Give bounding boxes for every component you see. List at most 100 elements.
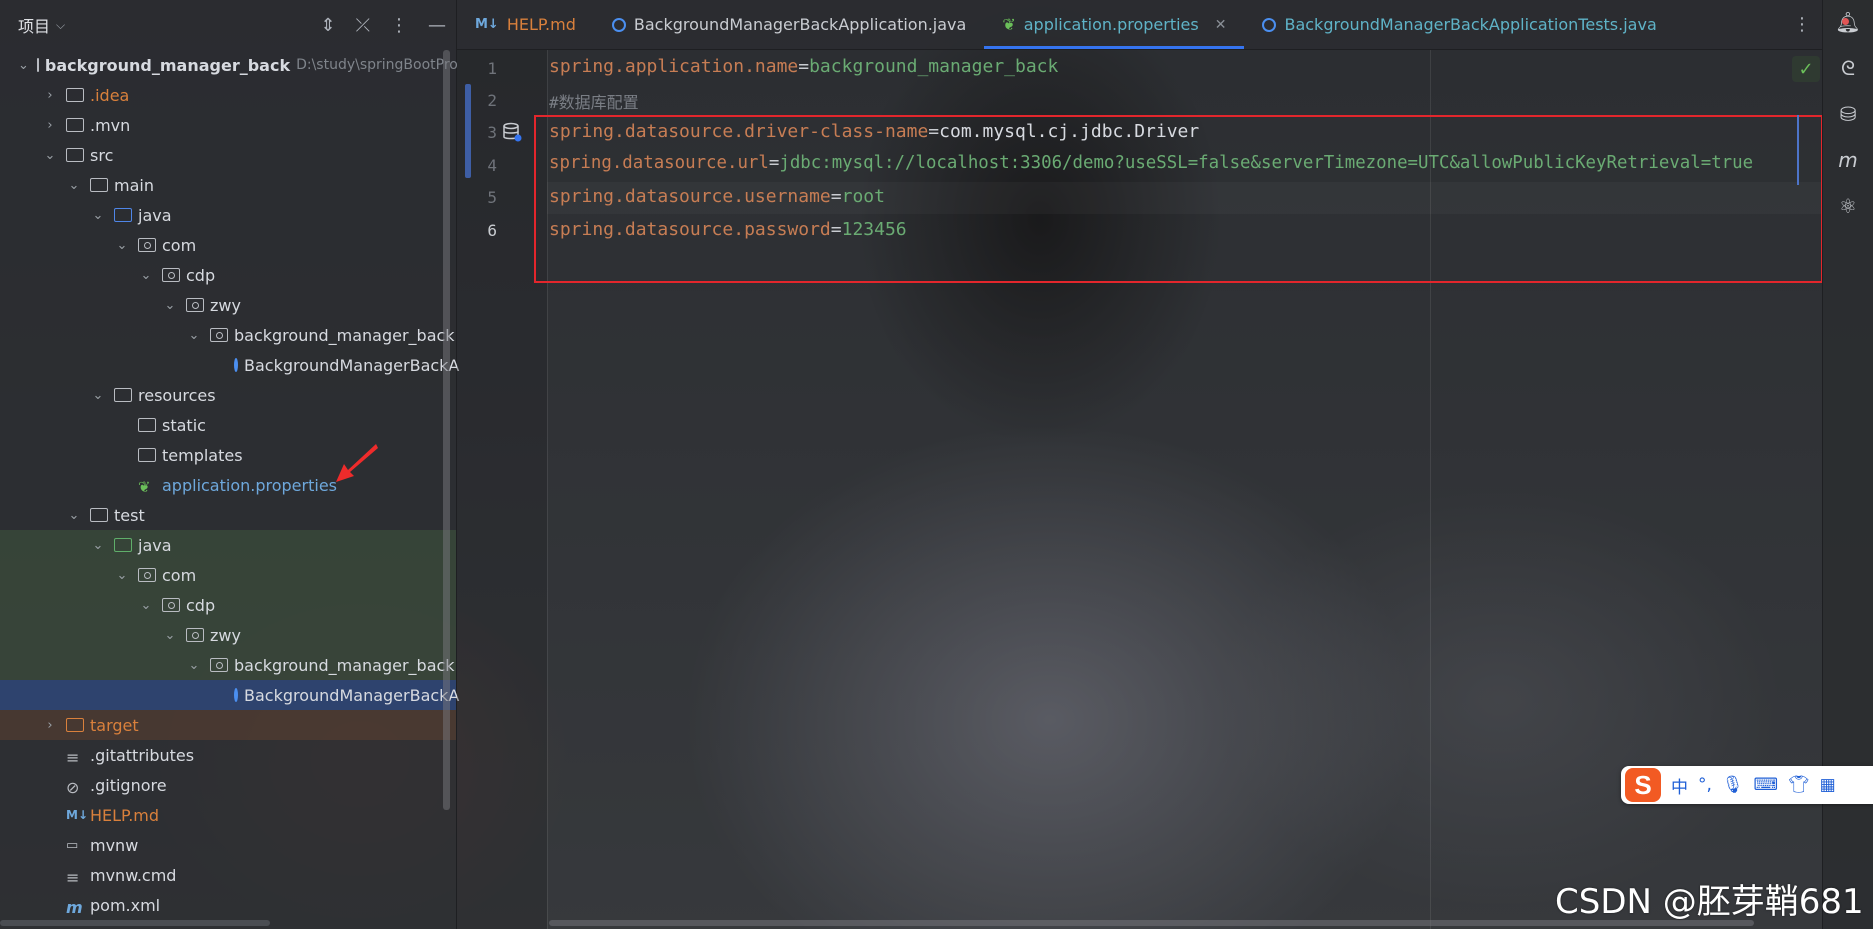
tree-item-zwy[interactable]: ⌄ zwy xyxy=(0,290,456,320)
close-icon[interactable]: ✕ xyxy=(1215,17,1227,33)
tree-item-label: static xyxy=(162,415,206,435)
excluded-folder-icon xyxy=(66,718,84,732)
tree-item-test-zwy[interactable]: ⌄ zwy xyxy=(0,620,456,650)
maven-icon: m xyxy=(66,898,83,917)
chevron-down-icon[interactable]: ⌄ xyxy=(90,388,106,403)
code-line[interactable]: spring.application.name=background_manag… xyxy=(549,56,1058,77)
chevron-down-icon[interactable]: ⌄ xyxy=(114,238,130,253)
tree-item-mvnw[interactable]: ▭ mvnw xyxy=(0,830,456,860)
language-toggle[interactable]: 中 xyxy=(1671,773,1688,798)
project-horizontal-scrollbar[interactable] xyxy=(0,920,270,926)
chevron-down-icon[interactable]: ⌄ xyxy=(186,328,202,343)
minimize-icon[interactable]: — xyxy=(428,15,446,36)
editor-tabs: M↓ HELP.md BackgroundManagerBackApplicat… xyxy=(457,0,1822,50)
ai-assistant-icon[interactable]: ᘓ xyxy=(1841,56,1855,80)
tree-item-test-class[interactable]: BackgroundManagerBackA xyxy=(0,680,459,710)
tree-item-main-class[interactable]: BackgroundManagerBackA xyxy=(0,350,459,380)
chevron-down-icon[interactable]: ⌄ xyxy=(138,598,154,613)
more-tabs-icon[interactable]: ⋮ xyxy=(1782,0,1822,49)
tree-item-mvn[interactable]: › .mvn xyxy=(0,110,456,140)
project-title-dropdown[interactable]: 项目 ⌵ xyxy=(18,13,65,37)
tree-item-root[interactable]: ⌄ background_manager_back D:\study\sprin… xyxy=(0,50,458,80)
chevron-right-icon[interactable]: › xyxy=(42,718,58,733)
folder-icon xyxy=(66,148,84,162)
spring-class-icon xyxy=(234,358,238,372)
folder-icon xyxy=(66,88,84,102)
tree-item-help-md[interactable]: M↓ HELP.md xyxy=(0,800,456,830)
tree-item-cdp[interactable]: ⌄ cdp xyxy=(0,260,456,290)
tree-item-test-java[interactable]: ⌄ java xyxy=(0,530,456,560)
tree-item-label: templates xyxy=(162,445,243,465)
chevron-down-icon[interactable]: ⌄ xyxy=(162,628,178,643)
tab-application-properties[interactable]: ❦ application.properties ✕ xyxy=(984,0,1245,49)
tree-item-test-package[interactable]: ⌄ background_manager_back xyxy=(0,650,456,680)
database-icon[interactable] xyxy=(502,122,522,142)
punctuation-toggle[interactable]: °, xyxy=(1698,775,1712,795)
apps-icon[interactable]: ▦ xyxy=(1820,775,1836,795)
tree-item-label: java xyxy=(138,535,172,555)
tab-help-md[interactable]: M↓ HELP.md xyxy=(457,0,594,49)
tree-item-gitignore[interactable]: ⊘ .gitignore xyxy=(0,770,456,800)
tree-item-templates[interactable]: templates xyxy=(0,440,456,470)
tree-item-package[interactable]: ⌄ background_manager_back xyxy=(0,320,456,350)
sogou-logo[interactable]: S xyxy=(1625,768,1661,802)
chevron-right-icon[interactable]: › xyxy=(42,118,58,133)
property-key: spring.application.name xyxy=(549,56,799,77)
tree-item-pom-xml[interactable]: m pom.xml xyxy=(0,890,456,920)
tree-item-label: cdp xyxy=(186,265,216,285)
tree-item-gitattributes[interactable]: ≡ .gitattributes xyxy=(0,740,456,770)
tree-item-test-com[interactable]: ⌄ com xyxy=(0,560,456,590)
notifications-button[interactable]: 🔔︎ xyxy=(1835,10,1860,34)
plugin-icon[interactable]: ⚛ xyxy=(1839,194,1857,218)
skin-icon[interactable]: 👕︎ xyxy=(1788,775,1810,795)
module-folder-icon xyxy=(36,58,39,72)
more-options-icon[interactable]: ⋮ xyxy=(390,15,408,36)
tree-item-static[interactable]: static xyxy=(0,410,456,440)
red-arrow-annotation xyxy=(336,444,378,482)
project-scrollbar[interactable] xyxy=(443,50,450,810)
chevron-down-icon[interactable]: ⌄ xyxy=(186,658,202,673)
chevron-down-icon[interactable]: ⌄ xyxy=(66,178,82,193)
chevron-down-icon[interactable]: ⌄ xyxy=(42,148,58,163)
chevron-down-icon[interactable]: ⌄ xyxy=(90,538,106,553)
equals-sign: = xyxy=(798,56,810,77)
tab-application-tests-java[interactable]: BackgroundManagerBackApplicationTests.ja… xyxy=(1244,0,1674,49)
chevron-down-icon[interactable]: ⌄ xyxy=(66,508,82,523)
chevron-down-icon[interactable]: ⌄ xyxy=(18,58,29,73)
property-value: background_manager_back xyxy=(809,56,1059,77)
tree-item-resources[interactable]: ⌄ resources xyxy=(0,380,456,410)
markdown-icon: M↓ xyxy=(66,808,88,822)
keyboard-icon[interactable]: ⌨ xyxy=(1754,775,1779,795)
expand-all-icon[interactable]: ⇕ xyxy=(321,15,336,36)
tab-application-java[interactable]: BackgroundManagerBackApplication.java xyxy=(594,0,984,49)
tree-item-target[interactable]: › target xyxy=(0,710,456,740)
text-file-icon: ≡ xyxy=(66,748,80,767)
tree-item-application-properties[interactable]: ❦ application.properties xyxy=(0,470,456,500)
chevron-down-icon[interactable]: ⌄ xyxy=(162,298,178,313)
tree-item-label: com xyxy=(162,235,197,255)
tree-item-com[interactable]: ⌄ com xyxy=(0,230,456,260)
tree-item-src[interactable]: ⌄ src xyxy=(0,140,456,170)
microphone-icon[interactable]: 🎙︎ xyxy=(1722,775,1744,795)
watermark: CSDN @胚芽鞘681 xyxy=(1555,882,1864,922)
project-tree: ⌄ background_manager_back D:\study\sprin… xyxy=(0,50,459,920)
project-title: 项目 xyxy=(18,17,51,36)
tree-item-test-cdp[interactable]: ⌄ cdp xyxy=(0,590,456,620)
database-icon[interactable]: ⛁ xyxy=(1840,102,1857,126)
chevron-down-icon[interactable]: ⌄ xyxy=(114,568,130,583)
tree-item-idea[interactable]: › .idea xyxy=(0,80,456,110)
tree-item-main[interactable]: ⌄ main xyxy=(0,170,456,200)
tree-item-test[interactable]: ⌄ test xyxy=(0,500,456,530)
chevron-down-icon[interactable]: ⌄ xyxy=(90,208,106,223)
tree-item-java[interactable]: ⌄ java xyxy=(0,200,456,230)
comment: #数据库配置 xyxy=(549,93,639,112)
chevron-down-icon[interactable]: ⌄ xyxy=(138,268,154,283)
checkmark-icon[interactable]: ✓ xyxy=(1792,56,1820,82)
collapse-all-icon[interactable]: ⤫ xyxy=(356,15,370,36)
code-line[interactable]: #数据库配置 xyxy=(549,89,639,113)
chevron-right-icon[interactable]: › xyxy=(42,88,58,103)
test-class-icon xyxy=(234,688,238,702)
tree-item-mvnw-cmd[interactable]: ≡ mvnw.cmd xyxy=(0,860,456,890)
maven-icon[interactable]: m xyxy=(1838,148,1857,172)
ignore-file-icon: ⊘ xyxy=(66,778,80,797)
